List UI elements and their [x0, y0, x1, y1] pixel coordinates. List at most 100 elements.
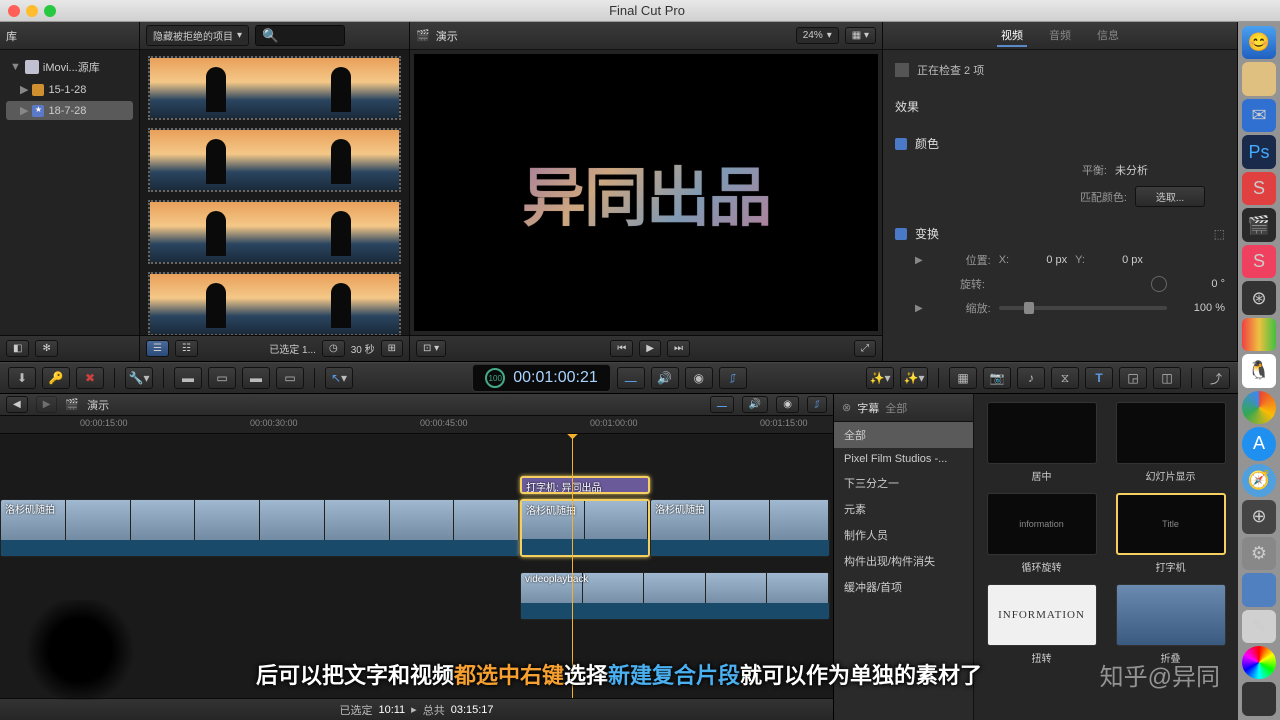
list-view-icon[interactable]: ☷ [175, 340, 198, 357]
tl-audio-skim-icon[interactable]: 🔊 [742, 396, 768, 413]
rotation-dial-icon[interactable] [1151, 276, 1167, 292]
connect-clip-icon[interactable]: ▬ [174, 367, 202, 389]
color-checkbox[interactable] [895, 138, 907, 150]
title-preset[interactable]: 折叠 [1111, 584, 1230, 665]
library-item[interactable]: ▶ 15-1-28 [6, 80, 133, 99]
viewer-settings-icon[interactable]: ▦ ▾ [845, 27, 876, 44]
enhance-icon[interactable]: ✨▾ [900, 367, 928, 389]
title-preset[interactable]: information循环旋转 [982, 493, 1101, 574]
app-icon[interactable]: ⊛ [1242, 281, 1276, 314]
clock-icon[interactable]: ◷ [322, 340, 345, 357]
play-button[interactable]: ▶ [639, 340, 661, 357]
browser-clips[interactable] [140, 50, 409, 335]
effects-browser-icon[interactable]: ▦ [949, 367, 977, 389]
audio-skim-icon[interactable]: 🔊 [651, 367, 679, 389]
match-color-button[interactable]: 选取... [1135, 186, 1205, 207]
generators-icon[interactable]: ◲ [1119, 367, 1147, 389]
next-frame-button[interactable]: ⏭ [667, 340, 690, 357]
chrome-icon[interactable] [1242, 391, 1276, 424]
fullscreen-icon[interactable]: ⤢ [854, 340, 876, 357]
timeline-fwd-icon[interactable]: ▶ [36, 396, 58, 413]
app-icon[interactable] [1242, 682, 1276, 715]
transform-tool-icon[interactable]: ⊡ ▾ [416, 340, 446, 357]
category-item[interactable]: 构件出现/构件消失 [834, 548, 973, 574]
tab-video[interactable]: 视频 [997, 25, 1027, 47]
scale-value[interactable]: 100 % [1175, 302, 1225, 314]
snap-icon[interactable]: ⎎ [719, 367, 747, 389]
retime-icon[interactable]: ✨▾ [866, 367, 894, 389]
themes-icon[interactable]: ◫ [1153, 367, 1181, 389]
solo-icon[interactable]: ◉ [685, 367, 713, 389]
thunderbird-icon[interactable]: ✉ [1242, 99, 1276, 132]
title-preset[interactable]: INFORMATION扭转 [982, 584, 1101, 665]
rotation-value[interactable]: 0 ° [1175, 278, 1225, 290]
appstore-icon[interactable]: A [1242, 427, 1276, 460]
photos-browser-icon[interactable]: 📷 [983, 367, 1011, 389]
safari-icon[interactable]: 🧭 [1242, 464, 1276, 497]
finder-icon[interactable]: 😊 [1242, 26, 1276, 59]
keyword-icon[interactable]: 🔑 [42, 367, 70, 389]
pos-x-value[interactable]: 0 px [1017, 254, 1067, 266]
app-icon[interactable] [1242, 573, 1276, 606]
overwrite-clip-icon[interactable]: ▭ [276, 367, 304, 389]
share-icon[interactable]: ⤴ [1202, 367, 1230, 389]
filmstrip-view-icon[interactable]: ☰ [146, 340, 169, 357]
scale-slider[interactable] [1024, 302, 1034, 314]
close-window[interactable] [8, 5, 20, 17]
library-item-selected[interactable]: ▶ ★ 18-7-28 [6, 101, 133, 120]
bg-tasks-icon[interactable]: ✖ [76, 367, 104, 389]
titles-browser-icon[interactable]: T [1085, 367, 1113, 389]
qq-icon[interactable]: 🐧 [1242, 354, 1276, 387]
pos-y-value[interactable]: 0 px [1093, 254, 1143, 266]
category-item[interactable]: Pixel Film Studios -... [834, 448, 973, 470]
title-preset[interactable]: 居中 [982, 402, 1101, 483]
video-clip[interactable]: 洛杉矶随拍 [650, 499, 830, 557]
tool-wrench-icon[interactable]: 🔧▾ [125, 367, 153, 389]
video-clip[interactable]: 洛杉矶随拍 [0, 499, 520, 557]
app-icon[interactable]: S [1242, 245, 1276, 278]
music-browser-icon[interactable]: ♪ [1017, 367, 1045, 389]
arrow-tool-icon[interactable]: ↖▾ [325, 367, 353, 389]
tab-info[interactable]: 信息 [1093, 25, 1123, 47]
app-icon[interactable] [1242, 646, 1276, 679]
timeline-back-icon[interactable]: ◀ [6, 396, 28, 413]
close-browser-icon[interactable]: ⊗ [842, 401, 851, 414]
category-item[interactable]: 制作人员 [834, 522, 973, 548]
tl-skimming-icon[interactable]: ⎼ [710, 396, 734, 413]
category-item[interactable]: 缓冲器/首项 [834, 574, 973, 600]
minimize-window[interactable] [26, 5, 38, 17]
toggle-left-icon[interactable]: ◧ [6, 340, 29, 357]
app-icon[interactable]: S [1242, 172, 1276, 205]
title-preset-selected[interactable]: Title打字机 [1111, 493, 1230, 574]
tl-solo-icon[interactable]: ◉ [776, 396, 799, 413]
battery-icon[interactable] [1242, 318, 1276, 351]
fcpx-icon[interactable]: 🎬 [1242, 208, 1276, 241]
viewer-canvas[interactable]: 异同出品 [414, 54, 878, 331]
category-item[interactable]: 下三分之一 [834, 470, 973, 496]
clip-appearance-icon[interactable]: ⊞ [381, 340, 403, 357]
browser-filter-dropdown[interactable]: 隐藏被拒绝的项目 ▾ [146, 25, 249, 46]
gear-icon[interactable]: ✻ [35, 340, 57, 357]
import-icon[interactable]: ⬇ [8, 367, 36, 389]
app-icon[interactable] [1242, 62, 1276, 95]
prev-frame-button[interactable]: ⏮ [610, 340, 633, 357]
title-clip-selected[interactable]: 打字机: 异同出品 [520, 476, 650, 494]
timeline-ruler[interactable]: 00:00:15:00 00:00:30:00 00:00:45:00 00:0… [0, 416, 833, 434]
append-clip-icon[interactable]: ▬ [242, 367, 270, 389]
zoom-dropdown[interactable]: 24% ▾ [796, 27, 839, 44]
tl-snap-icon[interactable]: ⎎ [807, 396, 827, 413]
category-item[interactable]: 元素 [834, 496, 973, 522]
app-icon[interactable]: ✎ [1242, 610, 1276, 643]
timecode-display[interactable]: 100 00:01:00:21 [472, 364, 611, 392]
insert-clip-icon[interactable]: ▭ [208, 367, 236, 389]
preferences-icon[interactable]: ⚙ [1242, 537, 1276, 570]
app-icon[interactable]: ⊕ [1242, 500, 1276, 533]
photoshop-icon[interactable]: Ps [1242, 135, 1276, 168]
library-root[interactable]: ▼ iMovi...源库 [6, 56, 133, 78]
video-clip-selected[interactable]: 洛杉矶随拍 [520, 499, 650, 557]
tab-audio[interactable]: 音频 [1045, 25, 1075, 47]
category-all[interactable]: 全部 [834, 422, 973, 448]
transitions-icon[interactable]: ⧖ [1051, 367, 1079, 389]
crop-icon[interactable]: ⬚ [1214, 227, 1225, 241]
transform-checkbox[interactable] [895, 228, 907, 240]
